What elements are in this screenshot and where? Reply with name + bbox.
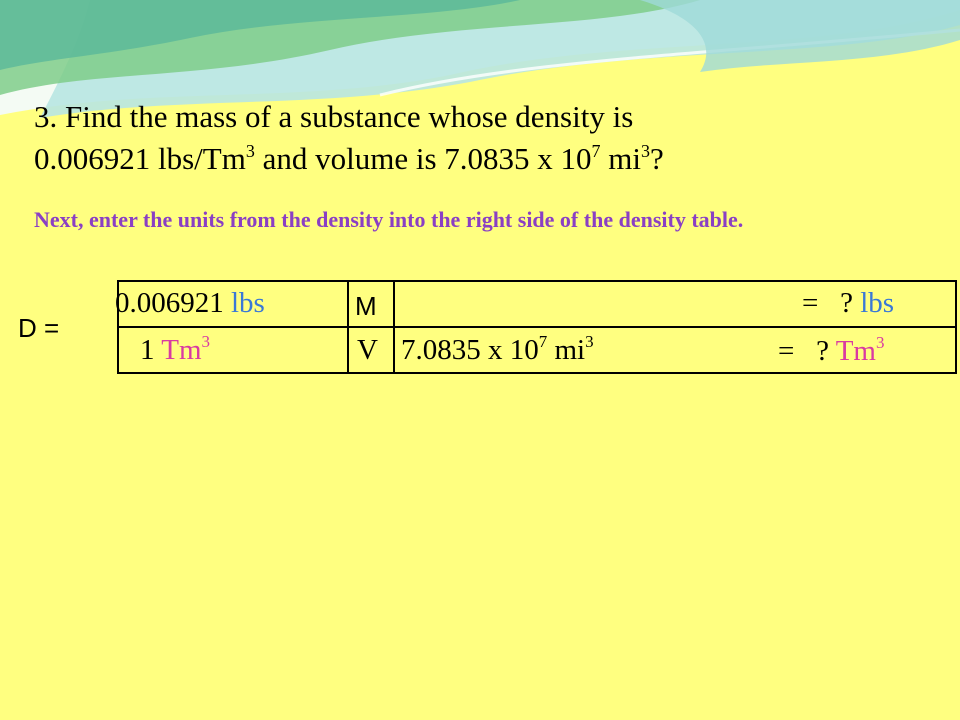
volume-result-unit: Tm [835,335,876,367]
volume-value-number: 7.0835 x 10 [401,334,539,366]
slide: 3. Find the mass of a substance whose de… [0,0,960,720]
question-volume: and volume is 7.0835 x 10 [254,141,592,176]
volume-result-prefix: = ? [778,335,836,367]
table-middle-line [117,326,957,328]
density-denominator-unit: Tm [161,334,202,366]
volume-value: 7.0835 x 107 mi3 [401,332,594,366]
mass-result-prefix: = ? [802,287,861,319]
volume-result-exp: 3 [875,333,885,352]
mass-result-unit: lbs [860,287,895,319]
table-bottom-border [117,372,957,374]
question-volume-unit-exp: 3 [641,141,650,161]
instruction-text: Next, enter the units from the density i… [34,207,744,232]
question-text: 3. Find the mass of a substance whose de… [34,96,934,180]
question-volume-power: 7 [591,141,601,161]
question-density: 0.006921 lbs/Tm [34,141,246,176]
mass-label: M [355,291,377,321]
table-top-border [117,280,957,282]
density-numerator: 0.006921 lbs [115,287,265,319]
question-end: ? [650,141,664,176]
volume-value-unit-exp: 3 [585,332,594,351]
density-denominator-exp: 3 [201,332,211,351]
volume-value-unit: mi [547,334,586,366]
density-numerator-unit: lbs [231,287,265,319]
question-density-exp: 3 [245,141,255,161]
volume-result: = ? Tm3 [778,333,885,367]
density-numerator-value: 0.006921 [115,287,231,319]
density-denominator: 1 Tm3 [140,332,211,366]
table-right-border [955,280,957,374]
question-volume-unit: mi [600,141,641,176]
table-divider-1 [347,280,349,374]
question-line1: 3. Find the mass of a substance whose de… [34,99,634,134]
volume-label: V [357,334,378,366]
density-label: D = [18,313,60,343]
density-denominator-value: 1 [140,334,162,366]
volume-value-power: 7 [538,332,548,351]
table-divider-2 [393,280,395,374]
mass-result: = ? lbs [802,287,894,319]
